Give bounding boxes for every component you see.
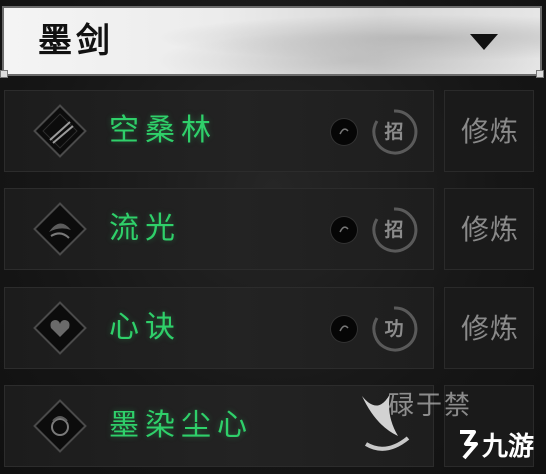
seal-badge: 招 xyxy=(369,107,419,157)
diamond-heart-emblem-icon xyxy=(33,301,87,355)
skill-row-3[interactable]: 心诀 功 xyxy=(4,287,434,369)
skill-row-2[interactable]: 流光 招 xyxy=(4,188,434,270)
skill-name: 流光 xyxy=(109,211,181,246)
school-title: 墨剑 xyxy=(38,21,114,61)
skill-name: 心诀 xyxy=(109,310,181,345)
skill-name: 墨染尘心 xyxy=(109,408,253,443)
watermark-partial-text: 碌于禁 xyxy=(388,391,473,421)
yin-yang-icon xyxy=(331,217,357,243)
diamond-wave-emblem-icon xyxy=(33,202,87,256)
train-button[interactable]: 修炼 xyxy=(444,287,534,369)
diamond-slash-emblem-icon xyxy=(33,104,87,158)
skill-name: 空桑林 xyxy=(109,113,217,148)
svg-text:九游: 九游 xyxy=(481,432,534,462)
yin-yang-icon xyxy=(331,316,357,342)
school-dropdown[interactable]: 墨剑 xyxy=(0,6,544,78)
skill-row-1[interactable]: 空桑林 招 xyxy=(4,90,434,172)
watermark: 碌于禁 九游 xyxy=(352,384,546,474)
jiuyou-logo-icon: 九游 xyxy=(460,430,534,462)
yin-yang-icon xyxy=(331,119,357,145)
diamond-orb-emblem-icon xyxy=(33,399,87,453)
train-button[interactable]: 修炼 xyxy=(444,90,534,172)
triangle-down-icon[interactable] xyxy=(470,34,498,50)
train-button[interactable]: 修炼 xyxy=(444,188,534,270)
seal-badge: 功 xyxy=(369,304,419,354)
skill-panel: 墨剑 空桑林 招 修炼 流光 招 修炼 心诀 功 修炼 墨染尘心 碌于禁 九游 xyxy=(0,0,546,474)
seal-badge: 招 xyxy=(369,205,419,255)
